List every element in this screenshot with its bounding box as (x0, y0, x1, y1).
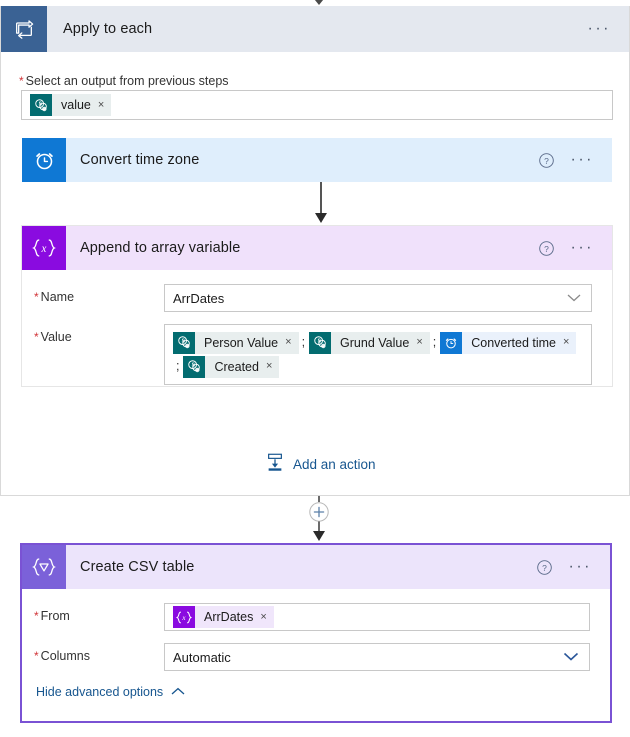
token-grund-value[interactable]: S Grund Value × (309, 331, 430, 354)
name-value: ArrDates (173, 290, 225, 306)
convert-time-zone-tools: ? ··· (538, 152, 594, 169)
svg-text:x: x (41, 243, 47, 255)
token-body: ArrDates × (195, 606, 274, 628)
required-marker: * (34, 649, 39, 663)
convert-time-zone-title: Convert time zone (80, 152, 200, 168)
append-to-array-variable-body: * Name ArrDates * Value S Person Value ×… (22, 270, 612, 385)
value-input[interactable]: S Person Value ×; S Grund Value ×; Converted t… (164, 324, 592, 385)
name-select[interactable]: ArrDates (164, 284, 592, 312)
convert-time-zone-header[interactable]: Convert time zone ? ··· (22, 138, 612, 182)
apply-to-each-menu-button[interactable]: ··· (588, 21, 611, 37)
create-csv-table-header[interactable]: Create CSV table ? ··· (22, 545, 610, 589)
append-to-array-variable-header[interactable]: x Append to array variable ? ··· (22, 226, 612, 270)
columns-value: Automatic (173, 649, 231, 665)
token-separator: ; (432, 335, 437, 349)
sharepoint-icon: S (309, 331, 332, 354)
from-input[interactable]: x ArrDates × (164, 603, 590, 631)
insert-below-icon (265, 452, 285, 477)
flow-designer-canvas: Apply to each ··· * Select an output from… (0, 0, 630, 737)
sharepoint-icon: S (30, 94, 52, 116)
svg-text:?: ? (544, 243, 549, 253)
data-operation-braces-icon (22, 545, 66, 589)
help-icon[interactable]: ? (538, 240, 555, 257)
from-field-row: * From x ArrDates × (22, 603, 610, 631)
chevron-up-icon (171, 683, 185, 701)
from-label: * From (34, 609, 70, 623)
insert-new-step-connector[interactable] (307, 496, 331, 542)
append-to-array-variable-card[interactable]: x Append to array variable ? ··· * Name … (21, 225, 613, 387)
token-converted-time[interactable]: Converted time × (440, 331, 577, 354)
close-icon[interactable]: × (266, 361, 272, 372)
token-body: Converted time × (462, 331, 577, 354)
hide-advanced-options-label: Hide advanced options (36, 685, 164, 699)
close-icon[interactable]: × (563, 337, 569, 348)
chevron-down-icon[interactable] (563, 650, 579, 665)
loop-icon (1, 6, 47, 52)
token-body: Created × (205, 355, 280, 378)
convert-time-zone-card[interactable]: Convert time zone ? ··· (21, 137, 613, 182)
add-an-action-button[interactable]: Add an action (265, 452, 376, 477)
token-created[interactable]: S Created × (183, 355, 280, 378)
close-icon[interactable]: × (98, 99, 104, 111)
create-csv-table-tools: ? ··· (536, 559, 592, 576)
connector-arrow (312, 182, 330, 224)
create-csv-table-body: * From x ArrDates × * Columns Automatic … (22, 589, 610, 701)
value-label: * Value (34, 330, 72, 344)
required-marker: * (34, 290, 39, 304)
close-icon[interactable]: × (416, 337, 422, 348)
token-separator: ; (301, 335, 306, 349)
close-icon[interactable]: × (260, 611, 266, 623)
variable-braces-icon: x (173, 606, 195, 628)
svg-text:x: x (181, 614, 186, 622)
sharepoint-icon: S (183, 355, 206, 378)
token-arrdates[interactable]: x ArrDates × (173, 606, 274, 628)
token-label: ArrDates (204, 610, 254, 624)
add-an-action-label: Add an action (293, 457, 376, 472)
columns-label: * Columns (34, 649, 90, 663)
select-output-label: * Select an output from previous steps (19, 74, 229, 88)
svg-text:?: ? (544, 155, 549, 165)
token-label: Person Value (204, 335, 279, 350)
alarm-clock-icon (440, 331, 463, 354)
name-label: * Name (34, 290, 75, 304)
token-person-value[interactable]: S Person Value × (173, 331, 299, 354)
token-label: Converted time (471, 335, 556, 350)
append-to-array-variable-menu-button[interactable]: ··· (571, 240, 594, 256)
help-icon[interactable]: ? (538, 152, 555, 169)
hide-advanced-options-button[interactable]: Hide advanced options (22, 683, 610, 701)
token-body: Grund Value × (331, 331, 430, 354)
apply-to-each-header[interactable]: Apply to each ··· (1, 6, 629, 52)
svg-text:?: ? (542, 562, 547, 572)
token-value[interactable]: S value × (30, 94, 112, 116)
apply-to-each-card[interactable]: Apply to each ··· * Select an output from… (0, 6, 630, 496)
required-marker: * (34, 609, 39, 623)
create-csv-table-title: Create CSV table (80, 559, 195, 575)
token-label: value (61, 98, 91, 112)
help-icon[interactable]: ? (536, 559, 553, 576)
columns-field-row: * Columns Automatic (22, 643, 610, 671)
token-label: Created (214, 359, 259, 374)
token-body: Person Value × (195, 331, 299, 354)
required-marker: * (34, 330, 39, 344)
required-marker: * (19, 74, 24, 88)
create-csv-table-card[interactable]: Create CSV table ? ··· * From x ArrDates… (20, 543, 612, 723)
token-label: Grund Value (340, 335, 410, 350)
variable-braces-icon: x (22, 226, 66, 270)
create-csv-table-menu-button[interactable]: ··· (569, 559, 592, 575)
token-separator: ; (176, 359, 180, 373)
name-field-row: * Name ArrDates (22, 284, 612, 312)
apply-to-each-title: Apply to each (63, 21, 153, 37)
append-to-array-variable-title: Append to array variable (80, 240, 241, 256)
select-output-input[interactable]: S value × (21, 90, 613, 120)
chevron-down-icon[interactable] (567, 291, 581, 306)
convert-time-zone-menu-button[interactable]: ··· (571, 152, 594, 168)
alarm-clock-icon (22, 138, 66, 182)
columns-select[interactable]: Automatic (164, 643, 590, 671)
value-field-row: * Value S Person Value ×; S Grund Value ×; Conv… (22, 324, 612, 385)
token-body: value × (52, 94, 112, 116)
append-to-array-variable-tools: ? ··· (538, 240, 594, 257)
sharepoint-icon: S (173, 331, 195, 354)
close-icon[interactable]: × (285, 337, 291, 348)
